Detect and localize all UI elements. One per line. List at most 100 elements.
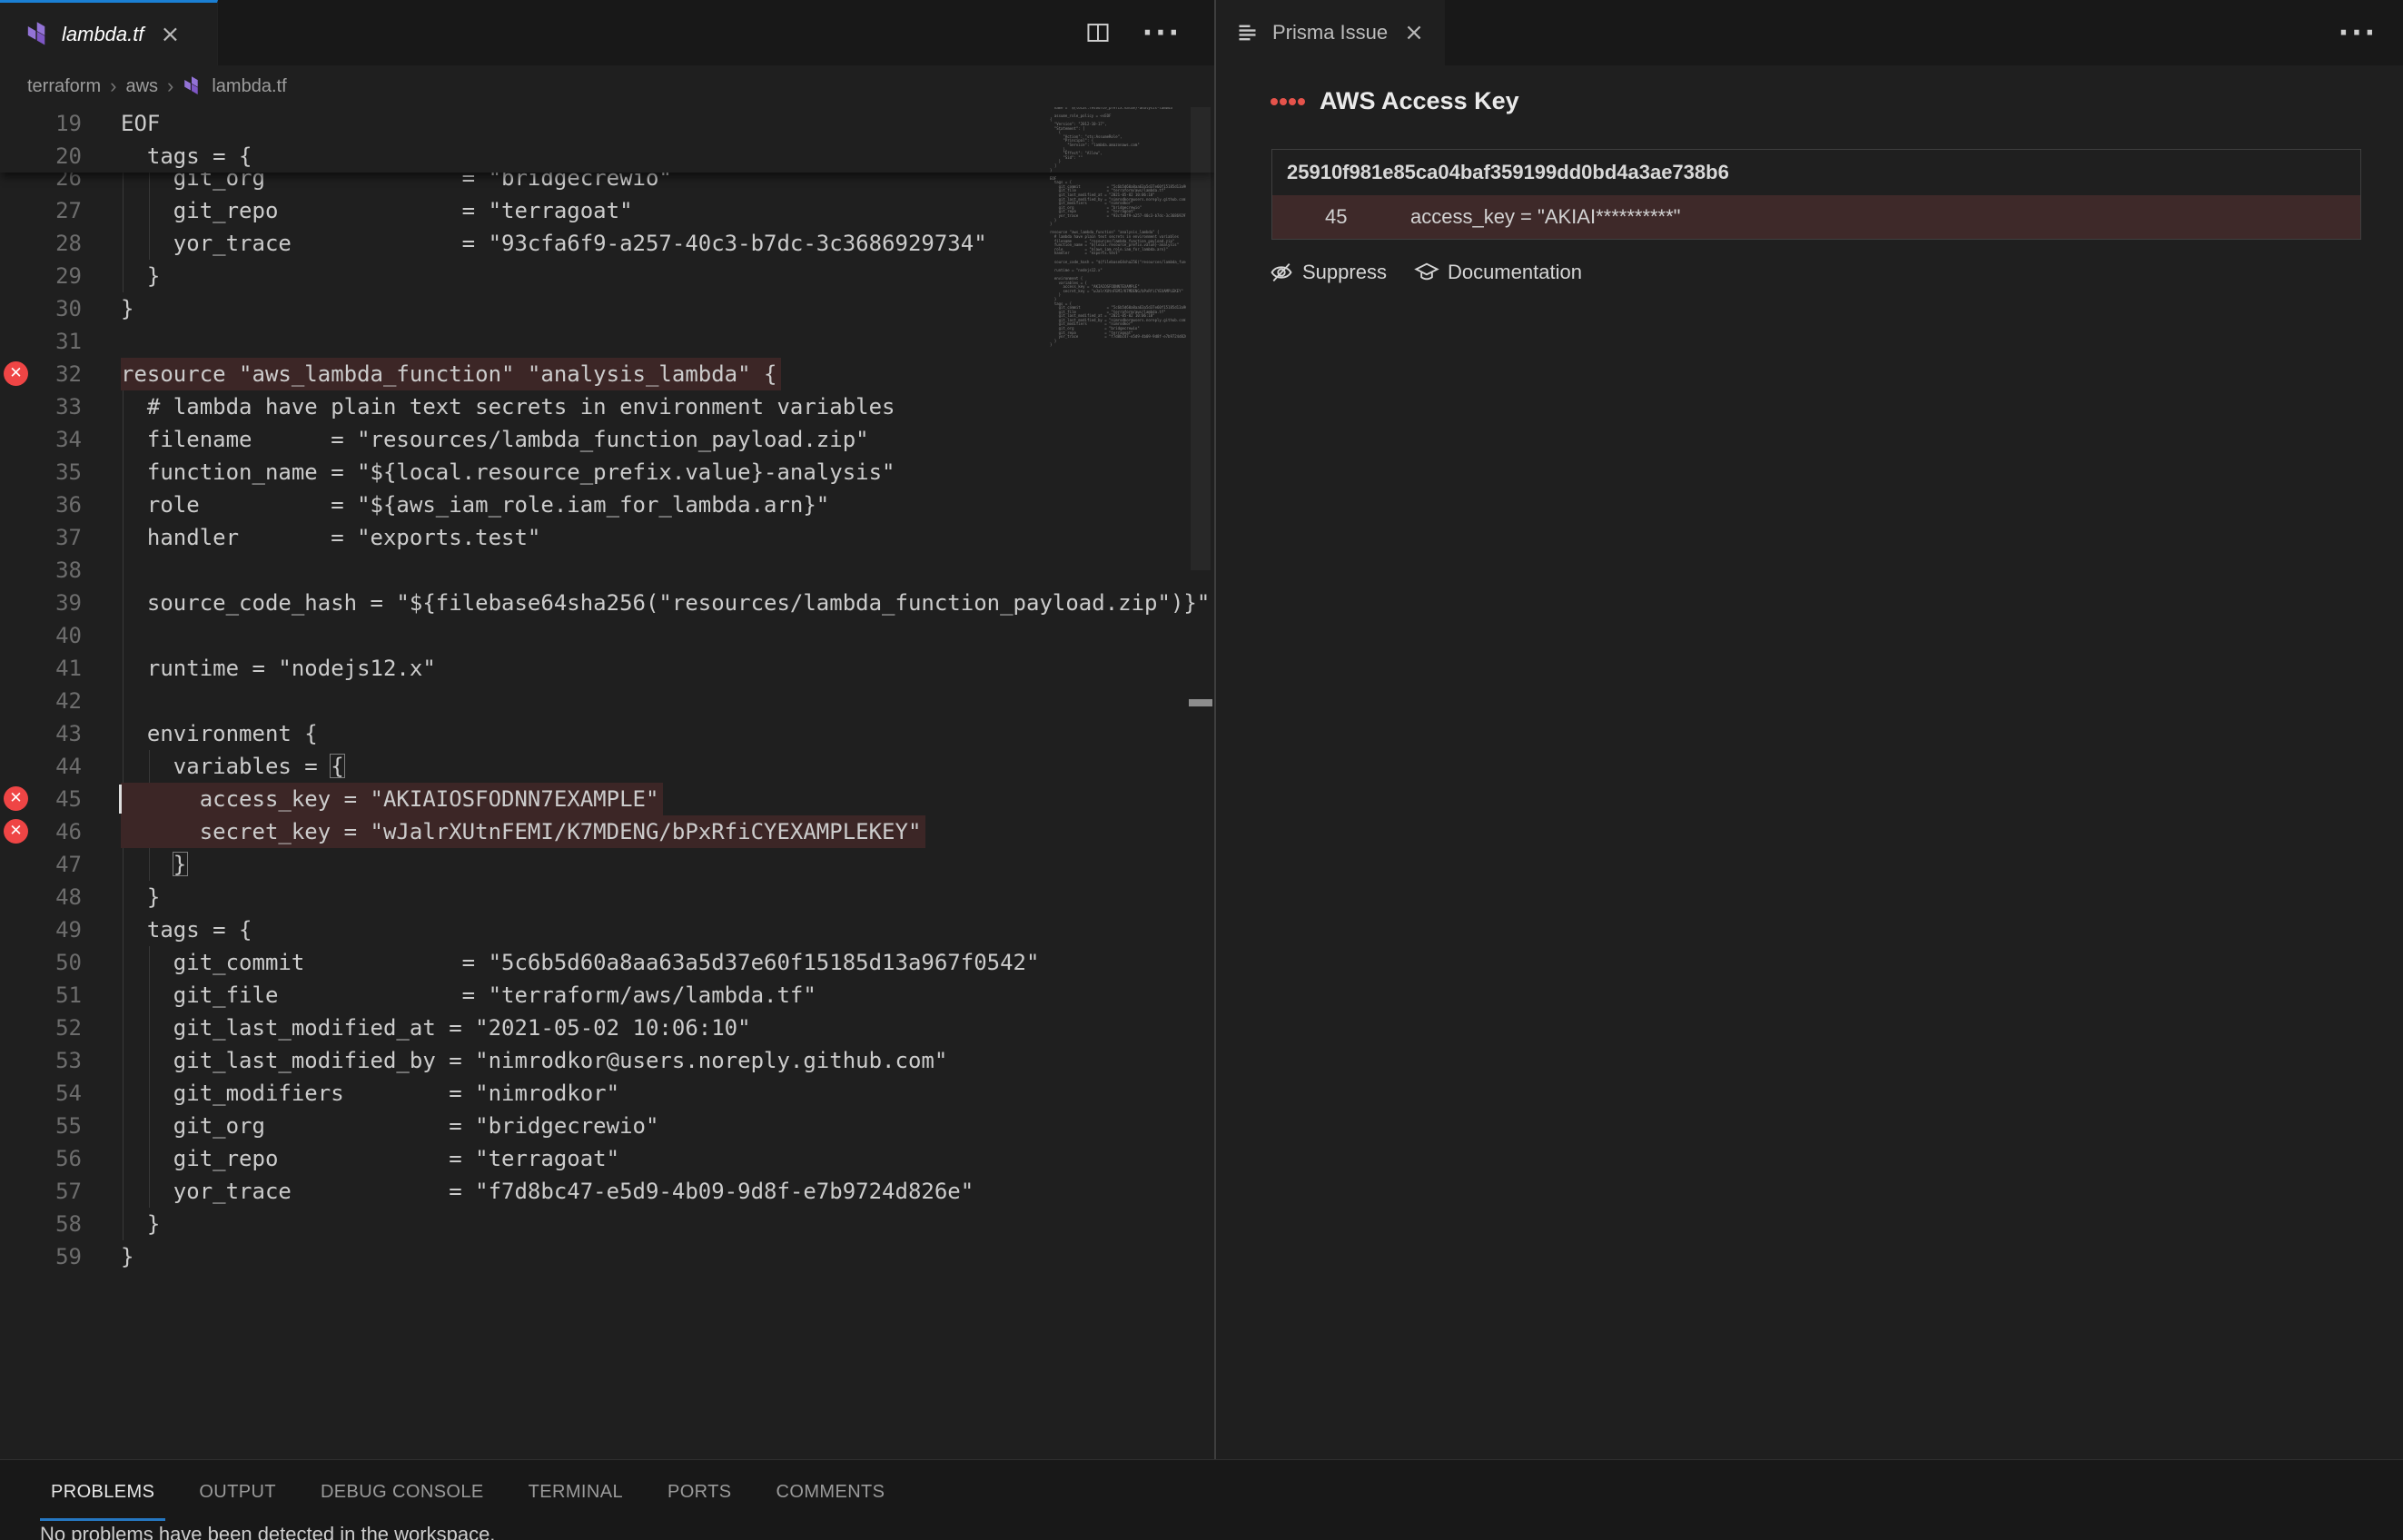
code-line-40[interactable]: 40: [0, 619, 1214, 652]
editor-group: lambda.tf × ··· terraform›aws›lambda.tf …: [0, 0, 1214, 1459]
code-text: tags = {: [121, 913, 252, 946]
finding-id: 25910f981e85ca04baf359199dd0bd4a3ae738b6: [1272, 150, 2360, 195]
code-line-56[interactable]: 56 git_repo = "terragoat": [0, 1142, 1214, 1175]
code-line-49[interactable]: 49 tags = {: [0, 913, 1214, 946]
code-line-59[interactable]: 59}: [0, 1240, 1214, 1273]
line-number: 31: [0, 325, 82, 358]
line-number: 28: [0, 227, 82, 260]
code-line-54[interactable]: 54 git_modifiers = "nimrodkor": [0, 1077, 1214, 1110]
finding-box: 25910f981e85ca04baf359199dd0bd4a3ae738b6…: [1271, 149, 2361, 240]
code-line-52[interactable]: 52 git_last_modified_at = "2021-05-02 10…: [0, 1012, 1214, 1044]
line-number: 33: [0, 390, 82, 423]
code-text: git_last_modified_at = "2021-05-02 10:06…: [121, 1012, 751, 1044]
panel-tab-problems[interactable]: PROBLEMS: [40, 1463, 165, 1521]
line-number: 35: [0, 456, 82, 489]
code-text: role = "${aws_iam_role.iam_for_lambda.ar…: [121, 489, 829, 521]
code-text: }: [121, 292, 134, 325]
documentation-label: Documentation: [1448, 261, 1582, 284]
code-text: git_org = "bridgecrewio": [121, 1110, 658, 1142]
text-cursor: [119, 785, 122, 814]
tab-lambda-tf[interactable]: lambda.tf ×: [0, 0, 218, 65]
code-text: tags = {: [121, 140, 252, 173]
bottom-panel-tabs: PROBLEMS OUTPUT DEBUG CONSOLE TERMINAL PORTS…: [40, 1460, 895, 1524]
code-text: }: [121, 1240, 134, 1273]
code-line-27[interactable]: 27 git_repo = "terragoat": [0, 194, 1214, 227]
close-icon[interactable]: ×: [1404, 19, 1424, 46]
editor-code-area[interactable]: 26 git_org = "bridgecrewio"27 git_repo =…: [0, 107, 1214, 1459]
close-icon[interactable]: ×: [161, 21, 181, 48]
line-number: 42: [0, 685, 82, 717]
code-line-42[interactable]: 42: [0, 685, 1214, 717]
code-line-53[interactable]: 53 git_last_modified_by = "nimrodkor@use…: [0, 1044, 1214, 1077]
indent-guide: [123, 685, 124, 717]
code-line-33[interactable]: 33 # lambda have plain text secrets in e…: [0, 390, 1214, 423]
code-line-39[interactable]: 39 source_code_hash = "${filebase64sha25…: [0, 587, 1214, 619]
panel-tab-ports[interactable]: PORTS: [657, 1463, 743, 1521]
code-line-58[interactable]: 58 }: [0, 1208, 1214, 1240]
code-line-36[interactable]: 36 role = "${aws_iam_role.iam_for_lambda…: [0, 489, 1214, 521]
panel-tab-output[interactable]: OUTPUT: [188, 1463, 287, 1521]
code-line-20[interactable]: 20 tags = {: [0, 140, 1214, 173]
code-text: resource "aws_lambda_function" "analysis…: [121, 358, 776, 390]
terraform-icon: [25, 22, 51, 47]
code-line-38[interactable]: 38: [0, 554, 1214, 587]
code-line-48[interactable]: 48 }: [0, 881, 1214, 913]
panel-tab-comments[interactable]: COMMENTS: [766, 1463, 896, 1521]
more-actions-icon[interactable]: ···: [1142, 17, 1182, 49]
line-number: 46: [0, 815, 82, 848]
code-line-37[interactable]: 37 handler = "exports.test": [0, 521, 1214, 554]
bottom-panel: PROBLEMS OUTPUT DEBUG CONSOLE TERMINAL PORTS…: [0, 1459, 2403, 1540]
code-line-28[interactable]: 28 yor_trace = "93cfa6f9-a257-40c3-b7dc-…: [0, 227, 1214, 260]
line-number: 57: [0, 1175, 82, 1208]
editor-tab-bar: lambda.tf × ···: [0, 0, 1214, 65]
issue-title: AWS Access Key: [1271, 87, 1519, 115]
severity-dots-icon: [1271, 98, 1307, 105]
minimap[interactable]: resource "aws_iam_role" "iam_for_lambda"…: [1050, 107, 1186, 365]
line-number: 52: [0, 1012, 82, 1044]
breadcrumb-item-aws[interactable]: aws: [125, 76, 158, 97]
line-number: 34: [0, 423, 82, 456]
code-line-30[interactable]: 30}: [0, 292, 1214, 325]
split-editor-icon[interactable]: [1086, 21, 1110, 44]
line-number: 37: [0, 521, 82, 554]
indent-guide: [123, 619, 124, 652]
code-line-55[interactable]: 55 git_org = "bridgecrewio": [0, 1110, 1214, 1142]
line-number: 29: [0, 260, 82, 292]
line-number: 43: [0, 717, 82, 750]
issue-title-text: AWS Access Key: [1320, 87, 1519, 115]
problems-message: No problems have been detected in the wo…: [40, 1523, 495, 1540]
code-line-29[interactable]: 29 }: [0, 260, 1214, 292]
finding-row[interactable]: 45 access_key = "AKIAI**********": [1272, 195, 2360, 239]
code-line-32[interactable]: ✕32resource "aws_lambda_function" "analy…: [0, 358, 1214, 390]
code-line-35[interactable]: 35 function_name = "${local.resource_pre…: [0, 456, 1214, 489]
code-line-43[interactable]: 43 environment {: [0, 717, 1214, 750]
panel-tab-terminal[interactable]: TERMINAL: [518, 1463, 634, 1521]
line-number: 44: [0, 750, 82, 783]
more-actions-icon[interactable]: ···: [2339, 17, 2378, 49]
code-line-45[interactable]: ✕45 access_key = "AKIAIOSFODNN7EXAMPLE": [0, 783, 1214, 815]
line-number: 39: [0, 587, 82, 619]
documentation-button[interactable]: Documentation: [1414, 260, 1582, 285]
code-line-50[interactable]: 50 git_commit = "5c6b5d60a8aa63a5d37e60f…: [0, 946, 1214, 979]
code-line-31[interactable]: 31: [0, 325, 1214, 358]
line-number: 51: [0, 979, 82, 1012]
code-line-46[interactable]: ✕46 secret_key = "wJalrXUtnFEMI/K7MDENG/…: [0, 815, 1214, 848]
ruler-cursor-marker: [1189, 699, 1212, 706]
code-line-44[interactable]: 44 variables = {: [0, 750, 1214, 783]
panel-tab-debug-console[interactable]: DEBUG CONSOLE: [310, 1463, 495, 1521]
code-line-19[interactable]: 19EOF: [0, 107, 1214, 140]
code-line-34[interactable]: 34 filename = "resources/lambda_function…: [0, 423, 1214, 456]
overview-ruler[interactable]: [1187, 107, 1214, 1459]
code-line-57[interactable]: 57 yor_trace = "f7d8bc47-e5d9-4b09-9d8f-…: [0, 1175, 1214, 1208]
terraform-icon: [183, 76, 203, 96]
code-line-41[interactable]: 41 runtime = "nodejs12.x": [0, 652, 1214, 685]
scrollbar-thumb[interactable]: [1191, 107, 1211, 570]
tab-prisma-issue[interactable]: Prisma Issue ×: [1216, 0, 1445, 65]
code-line-47[interactable]: 47 }: [0, 848, 1214, 881]
code-line-51[interactable]: 51 git_file = "terraform/aws/lambda.tf": [0, 979, 1214, 1012]
breadcrumb-item-lambda-tf[interactable]: lambda.tf: [212, 76, 286, 97]
breadcrumb-item-terraform[interactable]: terraform: [27, 76, 101, 97]
suppress-button[interactable]: Suppress: [1269, 260, 1387, 285]
breadcrumb-separator: ›: [110, 74, 116, 98]
line-number: 41: [0, 652, 82, 685]
